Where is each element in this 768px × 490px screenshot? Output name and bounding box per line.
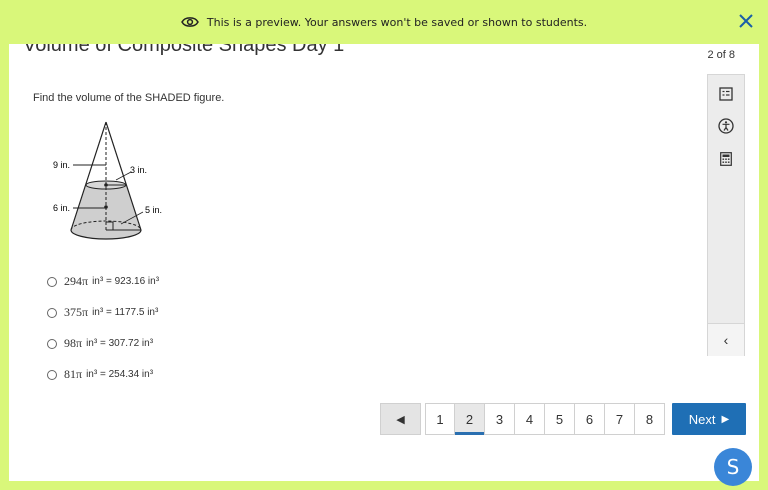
previous-question-button[interactable]: ◀	[380, 403, 421, 435]
avatar-initial: S	[726, 455, 740, 479]
figure-label-9in: 9 in.	[53, 160, 70, 170]
radio-button[interactable]	[47, 307, 57, 318]
page-button-2[interactable]: 2	[455, 403, 485, 435]
question-panel: Volume of Composite Shapes Day 1 2 of 8 …	[9, 44, 759, 481]
collapse-sidebar-button[interactable]: ‹	[708, 323, 744, 356]
answer-choice-1[interactable]: 294π in³ = 923.16 in³	[47, 266, 159, 297]
choice-text: in³ = 923.16 in³	[92, 276, 160, 287]
accessibility-button[interactable]	[717, 117, 735, 135]
radio-button[interactable]	[47, 369, 57, 380]
question-pagination: ◀ 1 2 3 4 5 6 7 8	[380, 403, 665, 435]
calculator-icon	[720, 152, 732, 166]
answer-choices: 294π in³ = 923.16 in³ 375π in³ = 1177.5 …	[47, 266, 159, 390]
chevron-left-icon: ‹	[723, 332, 729, 348]
choice-math: 98π	[64, 336, 83, 350]
preview-banner: This is a preview. Your answers won't be…	[0, 0, 768, 44]
figure-label-5in: 5 in.	[145, 205, 162, 215]
page-button-3[interactable]: 3	[485, 403, 515, 435]
radio-button[interactable]	[47, 338, 57, 349]
figure-label-6in: 6 in.	[53, 203, 70, 213]
page-button-5[interactable]: 5	[545, 403, 575, 435]
page-button-7[interactable]: 7	[605, 403, 635, 435]
choice-math: 81π	[64, 367, 83, 381]
tools-sidebar: ‹	[707, 74, 745, 356]
accessibility-icon	[718, 118, 734, 134]
answer-choice-4[interactable]: 81π in³ = 254.34 in³	[47, 359, 159, 390]
page-title: Volume of Composite Shapes Day 1	[23, 44, 345, 56]
choice-text: in³ = 1177.5 in³	[92, 307, 159, 318]
choice-math: 294π	[64, 274, 89, 288]
user-avatar[interactable]: S	[714, 448, 752, 486]
choice-math: 375π	[64, 305, 89, 319]
close-icon	[739, 14, 753, 28]
reference-sheet-icon	[719, 87, 733, 101]
page-button-6[interactable]: 6	[575, 403, 605, 435]
question-progress: 2 of 8	[707, 49, 735, 61]
figure-label-3in: 3 in.	[130, 165, 147, 175]
reference-sheet-button[interactable]	[717, 85, 735, 103]
choice-text: in³ = 307.72 in³	[86, 338, 154, 349]
choice-text: in³ = 254.34 in³	[86, 369, 154, 380]
preview-banner-text: This is a preview. Your answers won't be…	[206, 15, 588, 29]
answer-choice-3[interactable]: 98π in³ = 307.72 in³	[47, 328, 159, 359]
page-button-4[interactable]: 4	[515, 403, 545, 435]
question-prompt: Find the volume of the SHADED figure.	[33, 92, 225, 104]
next-button-label: Next	[688, 411, 716, 427]
page-button-1[interactable]: 1	[425, 403, 455, 435]
radio-button[interactable]	[47, 276, 57, 287]
triangle-right-icon: ▶	[721, 413, 730, 425]
triangle-left-icon: ◀	[396, 413, 405, 426]
calculator-button[interactable]	[717, 150, 735, 168]
next-button[interactable]: Next ▶	[672, 403, 746, 435]
answer-choice-2[interactable]: 375π in³ = 1177.5 in³	[47, 297, 159, 328]
close-banner-button[interactable]	[736, 11, 756, 31]
eye-icon	[181, 17, 199, 27]
page-button-8[interactable]: 8	[635, 403, 665, 435]
frustum-figure: 9 in. 3 in. 6 in. 5 in.	[53, 121, 162, 240]
